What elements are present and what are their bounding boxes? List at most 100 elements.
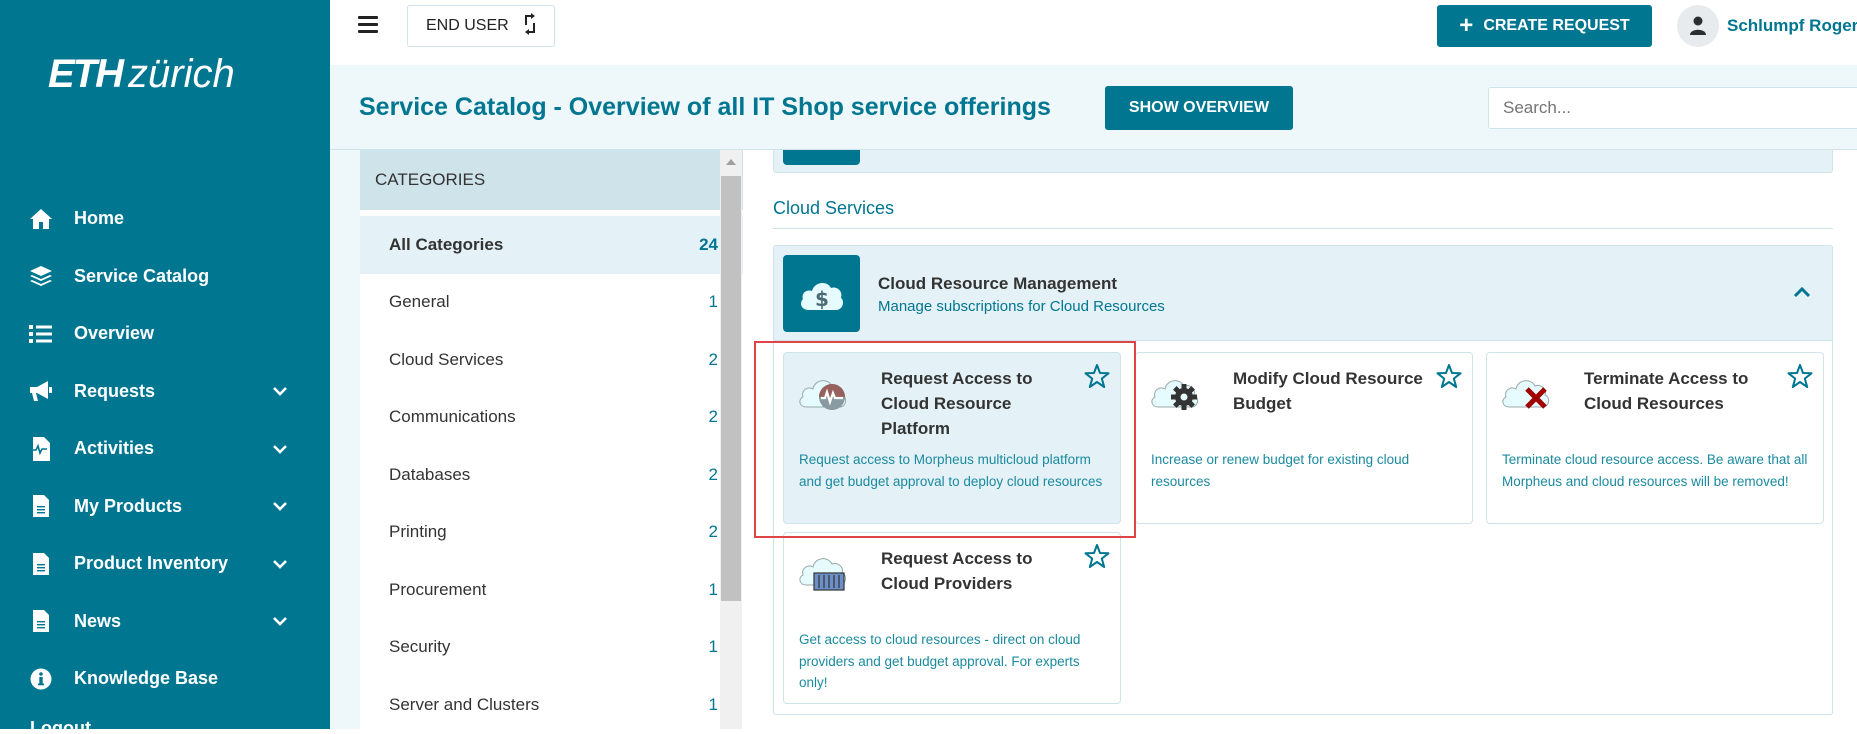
scroll-up-arrow-icon[interactable]	[720, 150, 742, 174]
file-pulse-icon	[28, 436, 54, 462]
category-item[interactable]: Security 1	[360, 619, 748, 677]
search-input[interactable]	[1488, 87, 1857, 129]
chevron-down-icon[interactable]	[270, 439, 290, 459]
category-label: Security	[389, 637, 451, 657]
category-count: 24	[699, 234, 718, 254]
chevron-up-icon[interactable]	[1790, 282, 1814, 302]
sidebar-item-my-products[interactable]: My Products	[0, 478, 330, 536]
user-menu[interactable]: Schlumpf Roger	[1677, 5, 1857, 47]
create-request-button[interactable]: + CREATE REQUEST	[1437, 5, 1652, 47]
megaphone-icon	[28, 378, 54, 404]
service-group-title: Cloud Resource Management	[878, 274, 1117, 293]
category-item[interactable]: Server and Clusters 1	[360, 676, 748, 734]
category-item[interactable]: Procurement 1	[360, 561, 748, 619]
service-card-modify-budget[interactable]: Modify Cloud Resource Budget Increase or…	[1135, 352, 1473, 524]
service-card-terminate-access[interactable]: Terminate Access to Cloud Resources Term…	[1486, 352, 1824, 524]
show-overview-button[interactable]: SHOW OVERVIEW	[1105, 86, 1293, 130]
category-count: 2	[708, 522, 718, 542]
category-count: 2	[708, 349, 718, 369]
sidebar-item-news[interactable]: News	[0, 593, 330, 651]
service-card-title: Request Access to Cloud Resource Platfor…	[881, 369, 1033, 438]
scrollbar-thumb[interactable]	[721, 176, 741, 601]
sidebar-item-knowledge-base[interactable]: Knowledge Base	[0, 650, 330, 708]
categories-list: All Categories 24 General 1 Cloud Services…	[360, 216, 748, 734]
hamburger-menu-icon[interactable]	[358, 16, 378, 34]
category-count: 2	[708, 407, 718, 427]
category-item-all[interactable]: All Categories 24	[360, 216, 748, 274]
role-switch-button[interactable]: END USER	[407, 5, 555, 47]
sidebar-item-home[interactable]: Home	[0, 190, 330, 248]
chevron-down-icon[interactable]	[270, 496, 290, 516]
sidebar-item-overview[interactable]: Overview	[0, 305, 330, 363]
service-group-header[interactable]: $ Cloud Resource Management Manage subsc…	[774, 246, 1832, 341]
service-card-description: Get access to cloud resources - direct o…	[799, 632, 1081, 690]
swap-icon	[523, 12, 537, 40]
layers-icon	[28, 263, 54, 289]
sidebar-item-logout[interactable]: Logout	[30, 718, 91, 729]
service-group: $ Cloud Resource Management Manage subsc…	[773, 245, 1833, 715]
service-card-request-access-platform[interactable]: Request Access to Cloud Resource Platfor…	[783, 352, 1121, 524]
sidebar-item-requests[interactable]: Requests	[0, 363, 330, 421]
sidebar-item-label: News	[74, 610, 122, 631]
category-item[interactable]: General 1	[360, 274, 748, 332]
cloud-gear-icon	[1150, 373, 1206, 417]
cloud-morpheus-icon	[798, 373, 854, 417]
logo-zurich: zürich	[128, 52, 235, 96]
sidebar-item-service-catalog[interactable]: Service Catalog	[0, 248, 330, 306]
sidebar-item-label: Product Inventory	[74, 553, 229, 574]
cloud-container-icon	[798, 553, 854, 597]
create-request-label: CREATE REQUEST	[1483, 17, 1630, 34]
home-icon	[28, 206, 54, 232]
sidebar-item-label: Activities	[74, 438, 155, 459]
service-card-title: Request Access to Cloud Providers	[881, 549, 1033, 593]
category-label: Procurement	[389, 579, 487, 599]
category-label: Cloud Services	[389, 349, 504, 369]
category-count: 1	[708, 694, 718, 714]
category-count: 1	[708, 579, 718, 599]
service-card-request-access-providers[interactable]: Request Access to Cloud Providers Get ac…	[783, 532, 1121, 704]
category-label: Communications	[389, 407, 516, 427]
chevron-down-icon[interactable]	[270, 611, 290, 631]
category-label: Databases	[389, 464, 471, 484]
catalog-panel: Cloud Services $ Cloud Resource Manageme…	[743, 150, 1857, 729]
sidebar-item-label: Overview	[74, 323, 155, 344]
favorite-star-icon[interactable]	[1084, 363, 1110, 389]
category-item[interactable]: Cloud Services 2	[360, 331, 748, 389]
sidebar-item-product-inventory[interactable]: Product Inventory	[0, 535, 330, 593]
page-header: Service Catalog - Overview of all IT Sho…	[330, 65, 1857, 150]
category-count: 1	[708, 292, 718, 312]
document-icon	[28, 493, 54, 519]
category-item[interactable]: Communications 2	[360, 389, 748, 447]
chevron-down-icon[interactable]	[270, 381, 290, 401]
category-item[interactable]: Printing 2	[360, 504, 748, 562]
content-area: CATEGORIES All Categories 24 General 1 Clo…	[330, 150, 1857, 729]
category-label: Server and Clusters	[389, 694, 540, 714]
catalog-scrollbar[interactable]	[720, 150, 742, 729]
user-name: Schlumpf Roger	[1727, 16, 1857, 35]
sidebar-item-label: Knowledge Base	[74, 668, 219, 689]
sidebar-item-activities[interactable]: Activities	[0, 420, 330, 478]
category-label: Printing	[389, 522, 447, 542]
top-bar: END USER + CREATE REQUEST Schlumpf Roger	[330, 0, 1857, 65]
favorite-star-icon[interactable]	[1787, 363, 1813, 389]
eth-logo[interactable]: ETH zürich	[48, 52, 235, 97]
categories-header: CATEGORIES	[360, 150, 748, 210]
sidebar-item-label: My Products	[74, 495, 183, 516]
sidebar: ETH zürich Home Service Catalog Overview …	[0, 0, 330, 729]
cloud-dollar-icon: $	[783, 255, 860, 332]
role-label: END USER	[426, 17, 509, 34]
section-divider	[773, 228, 1833, 229]
document-icon	[28, 608, 54, 634]
sidebar-nav: Home Service Catalog Overview Requests A…	[0, 190, 330, 708]
document-icon	[28, 551, 54, 577]
section-title: Cloud Services	[773, 198, 895, 218]
category-item[interactable]: Databases 2	[360, 446, 748, 504]
avatar	[1677, 5, 1719, 47]
favorite-star-icon[interactable]	[1084, 543, 1110, 569]
category-count: 2	[708, 464, 718, 484]
previous-service-group[interactable]	[773, 150, 1833, 173]
chevron-down-icon[interactable]	[270, 554, 290, 574]
sidebar-item-label: Requests	[74, 380, 156, 401]
service-group-subtitle: Manage subscriptions for Cloud Resources	[878, 298, 1165, 315]
favorite-star-icon[interactable]	[1436, 363, 1462, 389]
